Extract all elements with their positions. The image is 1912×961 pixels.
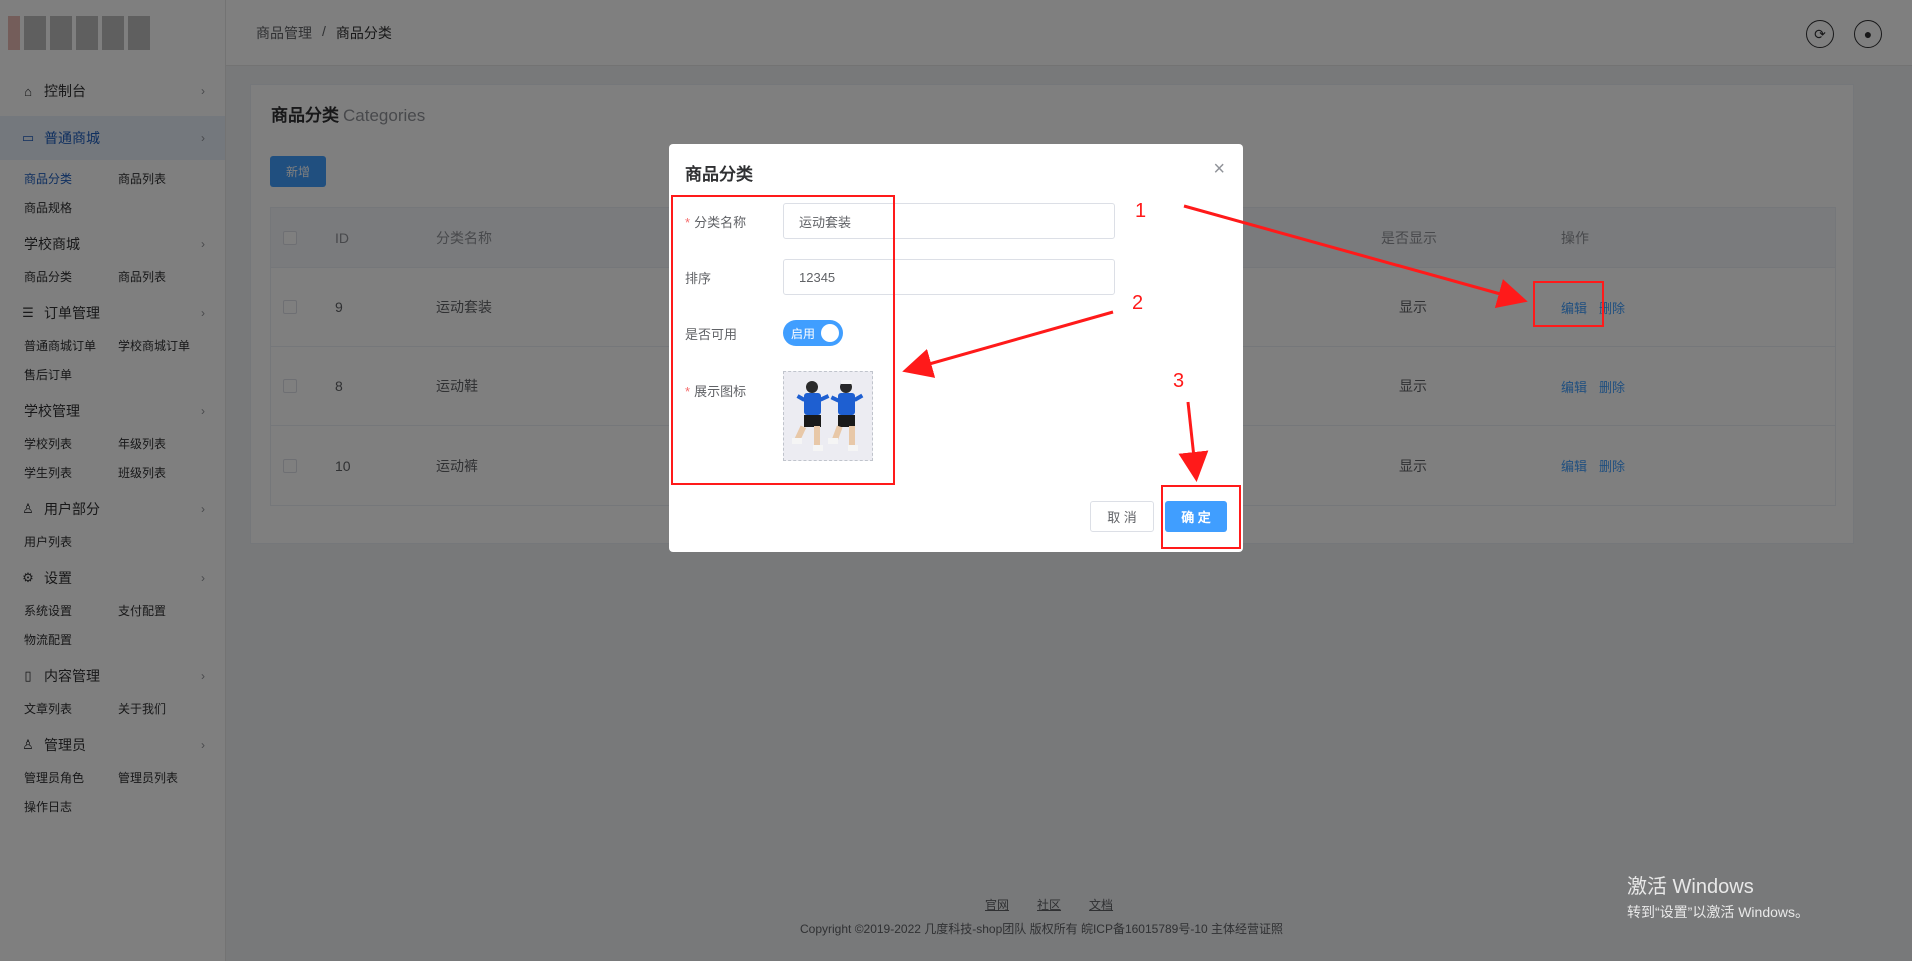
annotation-arrow-1 (1183, 204, 1528, 309)
annotation-arrows (902, 204, 1528, 482)
annotation-arrow-2 (902, 310, 1114, 378)
annotation-arrow-3 (1178, 401, 1209, 482)
